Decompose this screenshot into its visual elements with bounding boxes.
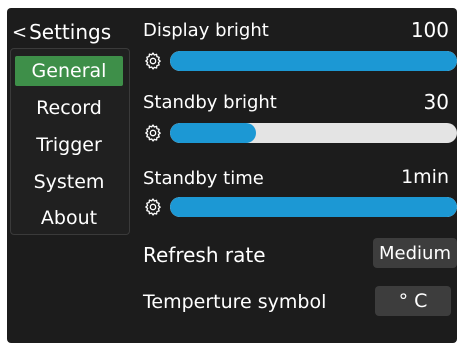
standby-bright-value: 30 [423,90,449,114]
display-bright-slider[interactable] [170,51,457,71]
standby-bright-label: Standby bright [143,92,277,113]
temperature-symbol-label: Temperture symbol [143,291,327,313]
sidebar-item-label: About [40,207,98,229]
standby-time-slider[interactable] [170,197,457,217]
back-button[interactable]: < Settings [12,18,111,46]
display-bright-label: Display bright [143,20,269,41]
standby-time-value: 1min [401,166,449,188]
standby-time-label: Standby time [143,168,264,189]
refresh-rate-label: Refresh rate [143,243,266,267]
refresh-rate-value: Medium [379,242,451,264]
gear-icon [145,124,161,142]
sidebar-item-label: Record [36,97,102,119]
sidebar-item-label: General [31,60,107,82]
standby-bright-slider[interactable] [170,123,457,143]
display-bright-fill [170,51,457,71]
sidebar: < Settings General Record Trigger System… [7,8,135,239]
display-bright-value: 100 [410,18,449,42]
gear-icon [145,198,161,216]
settings-screen: < Settings General Record Trigger System… [7,8,457,343]
sidebar-item-trigger[interactable]: Trigger [15,130,123,160]
refresh-rate-button[interactable]: Medium [373,238,457,268]
sidebar-item-system[interactable]: System [15,167,123,197]
sidebar-item-label: Trigger [36,134,102,156]
sidebar-item-about[interactable]: About [15,203,123,233]
temperature-symbol-button[interactable]: ° C [375,286,451,316]
back-label: Settings [29,20,112,44]
sidebar-menu: General Record Trigger System About [10,48,130,235]
temperature-symbol-value: ° C [398,290,428,312]
sidebar-item-record[interactable]: Record [15,93,123,123]
chevron-left-icon: < [12,21,28,43]
standby-time-fill [170,197,457,217]
sidebar-item-general[interactable]: General [15,56,123,86]
gear-icon [145,52,161,70]
standby-bright-fill [170,123,257,143]
sidebar-item-label: System [33,171,105,193]
